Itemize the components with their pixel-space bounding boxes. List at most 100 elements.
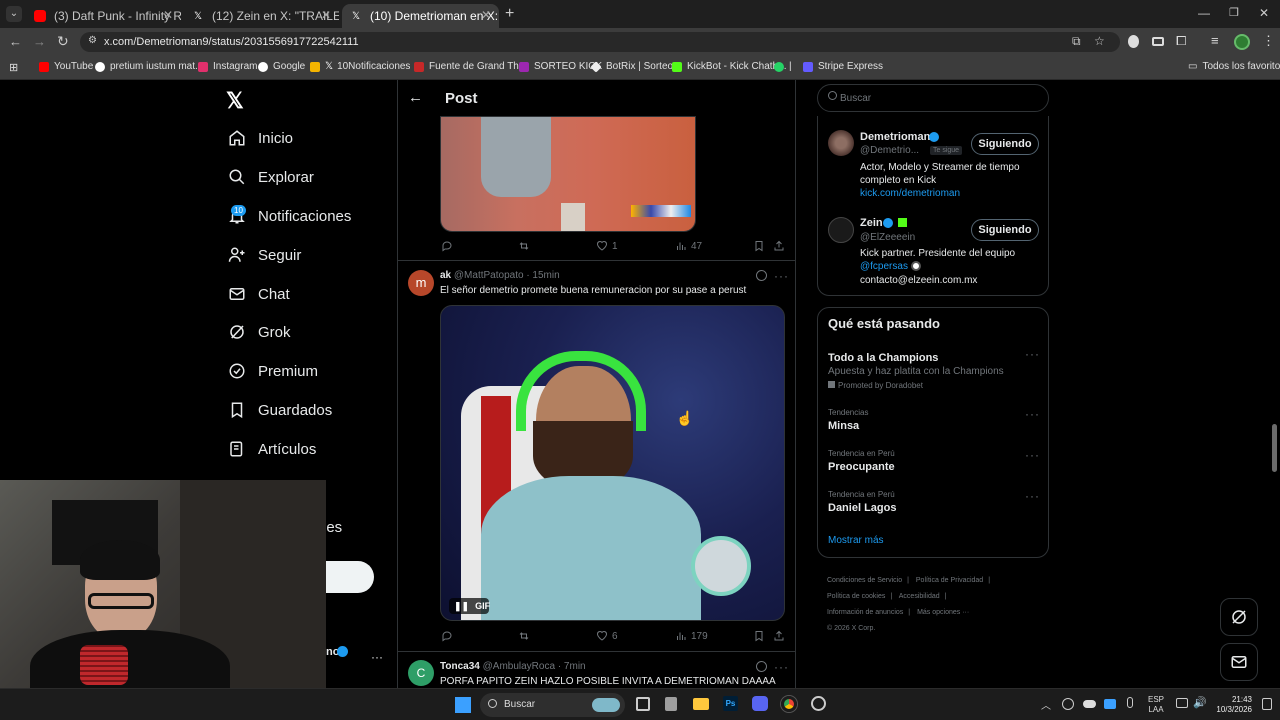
following-button[interactable]: Siguiendo [971, 133, 1039, 155]
reply-button[interactable] [441, 240, 457, 252]
trend-item-promoted[interactable]: Todo a la Champions Apuesta y haz platit… [828, 349, 1004, 391]
footer-link[interactable]: Más opciones ··· [917, 609, 969, 616]
bookmark-grand-theft[interactable]: Fuente de Grand Th... [414, 61, 527, 72]
more-options-icon[interactable]: ··· [1025, 347, 1040, 361]
reply-button[interactable] [441, 630, 457, 642]
back-arrow-icon[interactable]: ← [408, 89, 423, 106]
photoshop-icon[interactable]: Ps [723, 696, 738, 711]
author-handle[interactable]: @AmbulayRoca [483, 661, 555, 672]
network-icon[interactable] [1176, 698, 1188, 708]
clock[interactable]: 21:43 10/3/2026 [1212, 695, 1252, 715]
language-indicator[interactable]: ESP LAA [1148, 695, 1164, 715]
nav-item-explorar[interactable]: Explorar [228, 168, 314, 186]
notification-center-icon[interactable] [1262, 698, 1272, 710]
profile-avatar-icon[interactable] [1234, 34, 1250, 50]
author-name[interactable]: ak [440, 270, 451, 281]
tab-search-button[interactable]: ⌄ [6, 6, 22, 22]
like-button[interactable]: 1 [596, 240, 618, 252]
like-button[interactable]: 6 [596, 630, 618, 642]
bookmark-star-icon[interactable]: ☆ [1094, 34, 1105, 48]
person-name[interactable]: Zein [860, 217, 883, 229]
nav-item-premium[interactable]: Premium [228, 362, 318, 380]
post2-gif-media[interactable]: ❚❚ GIF [440, 305, 785, 621]
all-bookmarks-button[interactable]: ▭ Todos los favoritos [1188, 61, 1280, 72]
author-name[interactable]: Tonca34 [440, 661, 480, 672]
profile-more-icon[interactable]: ··· [371, 650, 383, 664]
author-handle[interactable]: @MattPatopato [454, 270, 524, 281]
footer-link[interactable]: Política de Privacidad [916, 577, 983, 584]
tab-youtube[interactable]: (3) Daft Punk - Infinity Repeatin ✕ [26, 4, 181, 28]
mention-link[interactable]: @fcpersas [860, 261, 908, 272]
menu-icon[interactable]: ⋮ [1262, 33, 1275, 49]
retweet-button[interactable] [518, 630, 534, 642]
tray-chevron-icon[interactable]: ︿ [1041, 697, 1051, 712]
windows-start-icon[interactable] [455, 697, 471, 713]
taskbar-search-input[interactable]: Buscar [480, 693, 625, 717]
more-options-icon[interactable]: ··· [1025, 489, 1040, 503]
post-time[interactable]: · 15min [526, 270, 559, 281]
install-icon[interactable]: ⧉ [1072, 34, 1081, 49]
grok-floating-button[interactable] [1220, 598, 1258, 636]
person-handle[interactable]: @Demetrio... [860, 145, 919, 156]
nav-item-notificaciones[interactable]: Notificaciones [228, 207, 351, 225]
close-tab-icon[interactable]: ✕ [321, 8, 331, 22]
taskbar-app-icon[interactable] [665, 697, 677, 711]
retweet-button[interactable] [518, 240, 534, 252]
more-options-icon[interactable]: ··· [774, 269, 789, 283]
restore-icon[interactable]: ❐ [1229, 6, 1239, 19]
nav-item-articulos[interactable]: Artículos [228, 440, 316, 458]
avatar[interactable]: m [408, 270, 434, 296]
post-time[interactable]: · 7min [558, 661, 586, 672]
bookmark-botrix[interactable]: BotRix | Sorteos [590, 60, 678, 73]
tab-demetrioman[interactable]: 𝕏 (10) Demetrioman en X: "@ElZe ✕ [342, 4, 499, 28]
volume-icon[interactable]: 🔊 [1193, 696, 1207, 709]
person-name[interactable]: Demetrioman [860, 131, 930, 143]
media-icon[interactable]: ≡ [1211, 33, 1219, 48]
extension-icon[interactable] [1128, 35, 1139, 48]
share-button[interactable] [773, 240, 789, 252]
person-link[interactable]: kick.com/demetrioman [860, 188, 960, 199]
footer-link[interactable]: Información de anuncios [827, 609, 903, 616]
post1-media[interactable] [440, 116, 696, 232]
forward-icon[interactable]: → [33, 34, 46, 49]
grok-icon[interactable] [756, 661, 767, 672]
new-tab-button[interactable]: + [505, 5, 514, 23]
bookmark-pretium[interactable]: pretium iustum mat... [95, 61, 203, 72]
nav-item-guardados[interactable]: Guardados [228, 401, 332, 419]
discord-icon[interactable] [752, 696, 768, 711]
bookmark-kickbot[interactable]: KickBot - Kick Chatb... [672, 61, 786, 72]
avatar[interactable]: C [408, 660, 434, 686]
bookmark-google[interactable]: Google [258, 61, 305, 72]
microphone-icon[interactable] [1127, 697, 1133, 708]
bookmark-instagram[interactable]: Instagram [198, 61, 257, 72]
tray-icon[interactable] [1104, 699, 1116, 709]
bookmark-button[interactable] [753, 630, 769, 642]
search-input[interactable]: Buscar [817, 84, 1049, 112]
x-home-logo[interactable]: 𝕏 [226, 88, 244, 114]
nav-item-inicio[interactable]: Inicio [228, 129, 293, 147]
avatar[interactable] [828, 217, 854, 243]
more-options-icon[interactable]: ··· [1025, 448, 1040, 462]
grok-icon[interactable] [756, 270, 767, 281]
trend-item[interactable]: Tendencia en Perú Preocupante [828, 449, 895, 473]
bookmark-youtube[interactable]: YouTube [39, 61, 93, 72]
views-button[interactable]: 47 [675, 240, 702, 252]
more-options-icon[interactable]: ··· [774, 660, 789, 674]
footer-link[interactable]: Accesibilidad [899, 593, 940, 600]
bookmark-button[interactable] [753, 240, 769, 252]
tab-zein[interactable]: 𝕏 (12) Zein en X: "TRAILER PERU ✕ [184, 4, 339, 28]
close-tab-icon[interactable]: ✕ [163, 8, 173, 22]
gif-pause-control[interactable]: ❚❚ GIF [449, 598, 490, 614]
extensions-puzzle-icon[interactable]: ⧠ [1176, 33, 1186, 49]
reload-icon[interactable]: ↻ [57, 33, 69, 50]
bookmark-whatsapp[interactable]: | [774, 61, 792, 72]
file-explorer-icon[interactable] [693, 698, 709, 710]
share-button[interactable] [773, 630, 789, 642]
page-scrollbar-thumb[interactable] [1272, 424, 1277, 472]
chrome-icon[interactable] [781, 696, 797, 712]
trend-item[interactable]: Tendencia en Perú Daniel Lagos [828, 490, 896, 514]
apps-grid-icon[interactable]: ⊞ [9, 61, 18, 74]
task-view-icon[interactable] [636, 697, 650, 711]
nav-item-seguir[interactable]: Seguir [228, 246, 301, 264]
show-more-link[interactable]: Mostrar más [828, 535, 884, 546]
